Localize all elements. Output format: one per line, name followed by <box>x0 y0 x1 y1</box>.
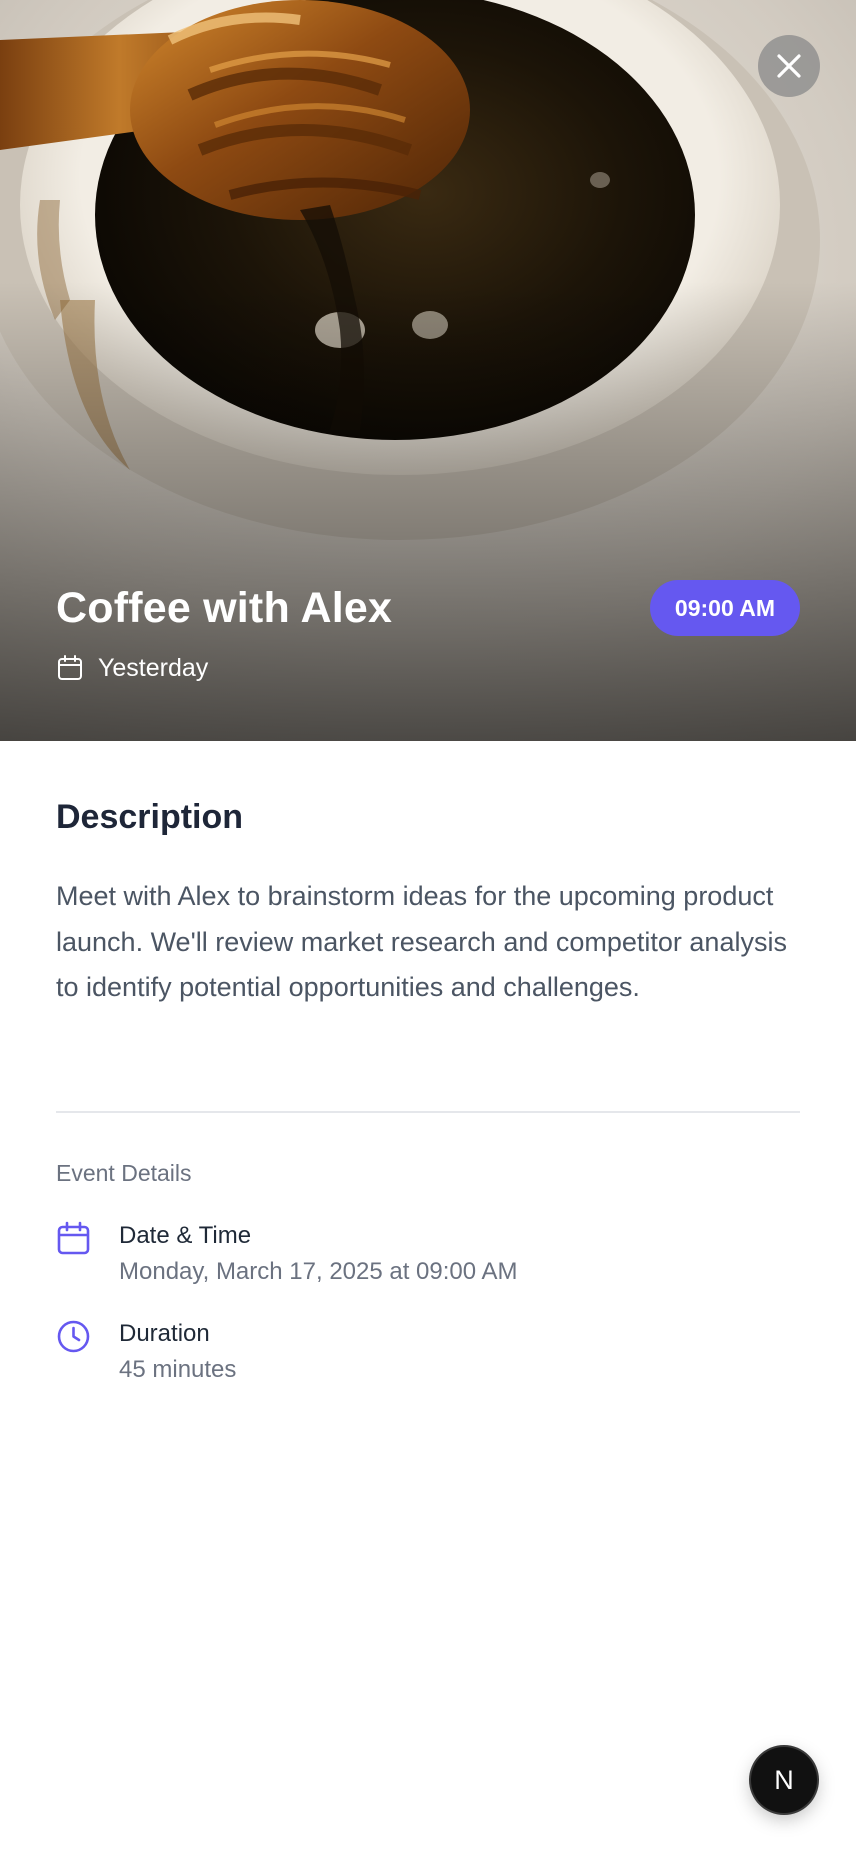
event-title: Coffee with Alex <box>56 584 393 632</box>
close-button[interactable] <box>758 35 820 97</box>
n-button-label: N <box>774 1764 794 1795</box>
section-divider <box>56 1111 800 1113</box>
relative-date-text: Yesterday <box>98 653 209 682</box>
calendar-icon <box>56 1221 91 1256</box>
date-time-label: Date & Time <box>119 1222 252 1249</box>
calendar-icon <box>56 654 84 682</box>
event-hero: Coffee with Alex 09:00 AM Yesterday <box>0 0 856 741</box>
time-badge: 09:00 AM <box>650 580 800 636</box>
event-detail-page: Coffee with Alex 09:00 AM Yesterday Desc… <box>0 0 856 1852</box>
description-heading: Description <box>56 798 244 836</box>
duration-value: 45 minutes <box>119 1356 237 1383</box>
close-icon <box>776 53 802 79</box>
date-time-value: Monday, March 17, 2025 at 09:00 AM <box>119 1258 518 1285</box>
description-text: Meet with Alex to brainstorm ideas for t… <box>56 881 787 1002</box>
clock-icon <box>56 1319 91 1354</box>
detail-duration: Duration 45 minutes <box>56 1317 236 1387</box>
duration-label: Duration <box>119 1320 210 1347</box>
event-details-label: Event Details <box>56 1160 192 1186</box>
floating-n-button[interactable]: N <box>751 1747 817 1813</box>
event-relative-date: Yesterday <box>56 650 208 686</box>
detail-date-time: Date & Time Monday, March 17, 2025 at 09… <box>56 1219 517 1289</box>
